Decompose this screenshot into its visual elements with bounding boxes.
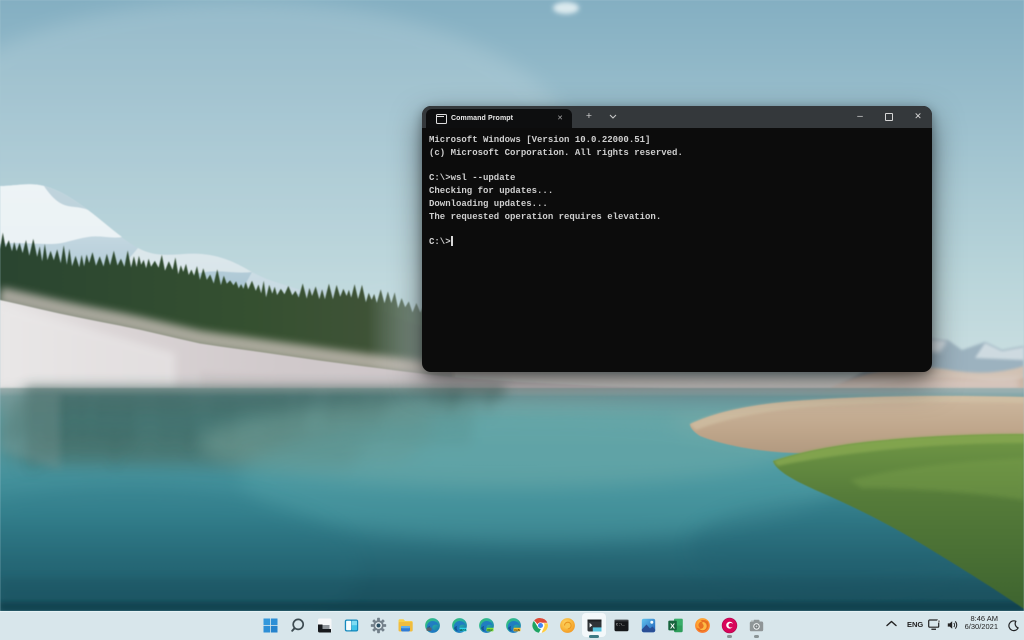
svg-text:BETA: BETA [459, 628, 466, 632]
svg-text:DEV: DEV [487, 628, 493, 632]
svg-text:C:\_: C:\_ [616, 622, 625, 627]
svg-text:X: X [669, 621, 674, 630]
svg-text:CAN: CAN [514, 628, 520, 632]
